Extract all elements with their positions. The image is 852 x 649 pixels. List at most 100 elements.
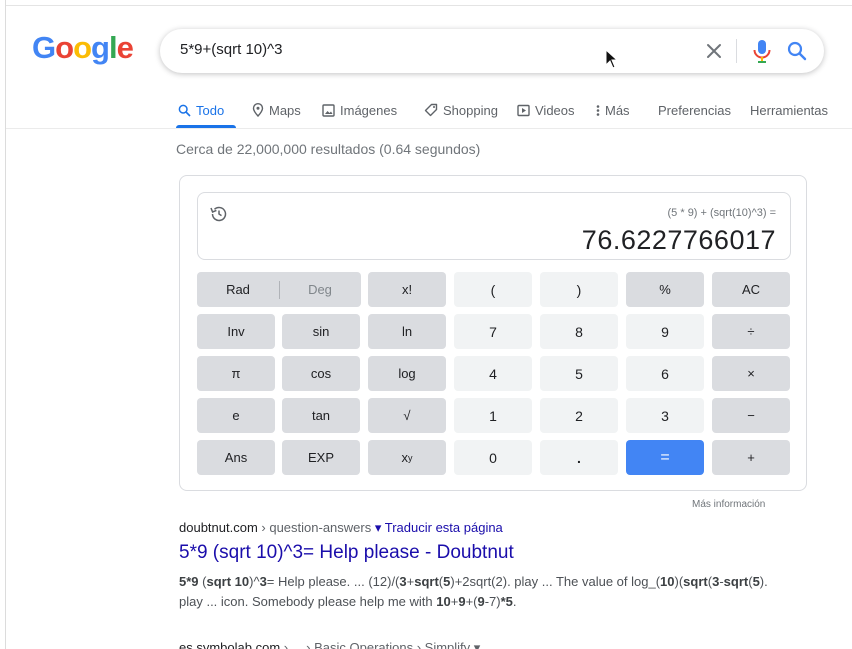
key-1[interactable]: 1 (454, 398, 532, 433)
translate-link[interactable]: ▾ Traducir esta página (375, 520, 503, 535)
key-4[interactable]: 4 (454, 356, 532, 391)
snippet-part: )( (674, 574, 684, 589)
snippet-part: 9 (477, 594, 485, 609)
key-3[interactable]: 3 (626, 398, 704, 433)
key-0[interactable]: 0 (454, 440, 532, 475)
snippet-part: 10 (436, 594, 451, 609)
key-sqrt[interactable]: √ (368, 398, 446, 433)
snippet-part: sqrt (414, 574, 439, 589)
search-divider (736, 39, 737, 63)
key-close-paren[interactable]: ) (540, 272, 618, 307)
result-stats: Cerca de 22,000,000 resultados (0.64 seg… (176, 141, 481, 157)
key-8[interactable]: 8 (540, 314, 618, 349)
result-site[interactable]: es.symbolab.com (179, 640, 280, 649)
tab-maps[interactable]: Maps (252, 96, 301, 124)
key-decimal[interactable]: . (540, 440, 618, 475)
history-icon[interactable] (208, 203, 230, 225)
snippet-part: -7) (484, 594, 501, 609)
snippet-part: 3 (399, 574, 407, 589)
tab-label: Preferencias (658, 102, 731, 118)
key-2[interactable]: 2 (540, 398, 618, 433)
logo-letter: g (91, 30, 110, 65)
key-add[interactable]: + (712, 440, 790, 475)
power-exponent: y (408, 452, 413, 463)
tab-label: Más (605, 102, 630, 118)
tab-videos[interactable]: Videos (517, 96, 575, 124)
logo-letter: o (55, 30, 74, 65)
snippet-part: sqrt (723, 574, 749, 589)
mic-icon[interactable] (750, 38, 774, 64)
key-divide[interactable]: ÷ (712, 314, 790, 349)
snippet-part: 10 (660, 574, 675, 589)
calculator-result: 76.6227766017 (581, 225, 776, 255)
key-tan[interactable]: tan (282, 398, 360, 433)
result-site[interactable]: doubtnut.com (179, 520, 258, 535)
snippet-part: 5 (752, 574, 760, 589)
close-icon[interactable] (700, 37, 728, 65)
snippet-part: 3 (259, 574, 267, 589)
key-open-paren[interactable]: ( (454, 272, 532, 307)
more-info-link[interactable]: Más información (692, 499, 765, 510)
key-percent[interactable]: % (626, 272, 704, 307)
chevron-down-icon[interactable]: ▾ (474, 640, 481, 649)
key-power[interactable]: xy (368, 440, 446, 475)
result-cite: doubtnut.com › question-answers ▾ Traduc… (179, 520, 503, 536)
tag-icon (424, 103, 438, 117)
tab-imagenes[interactable]: Imágenes (322, 96, 397, 124)
tab-preferencias[interactable]: Preferencias (658, 96, 731, 124)
mouse-cursor-icon (605, 48, 619, 69)
key-7[interactable]: 7 (454, 314, 532, 349)
key-euler[interactable]: e (197, 398, 275, 433)
tabs-divider (6, 128, 852, 129)
key-cos[interactable]: cos (282, 356, 360, 391)
window-top-border (0, 0, 852, 6)
key-5[interactable]: 5 (540, 356, 618, 391)
calculator-card: (5 * 9) + (sqrt(10)^3) = 76.6227766017 R… (179, 175, 807, 491)
tab-label: Shopping (443, 102, 498, 118)
snippet-part: = Help please. ... (12)/( (266, 574, 400, 589)
key-log[interactable]: log (368, 356, 446, 391)
key-subtract[interactable]: − (712, 398, 790, 433)
key-9[interactable]: 9 (626, 314, 704, 349)
snippet-part: sqrt 10 (206, 574, 250, 589)
key-6[interactable]: 6 (626, 356, 704, 391)
snippet-part: sqrt (683, 574, 708, 589)
search-input[interactable] (180, 41, 580, 58)
tab-herramientas[interactable]: Herramientas (750, 96, 828, 124)
key-factorial[interactable]: x! (368, 272, 446, 307)
key-exp[interactable]: EXP (282, 440, 360, 475)
key-equals[interactable]: = (626, 440, 704, 475)
search-icon[interactable] (784, 38, 810, 64)
key-ln[interactable]: ln (368, 314, 446, 349)
search-box (160, 29, 824, 73)
snippet-part: +( (465, 594, 478, 609)
key-inverse[interactable]: Inv (197, 314, 275, 349)
google-logo[interactable]: Google (32, 30, 134, 66)
key-pi[interactable]: π (197, 356, 275, 391)
map-pin-icon (252, 103, 264, 117)
tab-label: Herramientas (750, 102, 829, 118)
key-all-clear[interactable]: AC (712, 272, 790, 307)
deg-label[interactable]: Deg (280, 282, 360, 297)
tab-shopping[interactable]: Shopping (424, 96, 498, 124)
logo-letter: o (73, 30, 92, 65)
more-vert-icon (596, 104, 600, 116)
logo-letter: e (116, 30, 134, 65)
result-title-link[interactable]: 5*9 (sqrt 10)^3= Help please - Doubtnut (179, 542, 514, 564)
snippet-part: *5 (500, 594, 513, 609)
snippet-part: )+2sqrt(2). play ... The value of log_( (450, 574, 661, 589)
calculator-expression: (5 * 9) + (sqrt(10)^3) = (667, 207, 776, 219)
tab-label: Videos (535, 102, 575, 118)
logo-letter: l (108, 30, 118, 65)
tab-label: Imágenes (340, 102, 398, 118)
calculator-display: (5 * 9) + (sqrt(10)^3) = 76.6227766017 (197, 192, 791, 260)
tab-mas[interactable]: Más (596, 96, 630, 124)
tab-todo[interactable]: Todo (178, 96, 224, 124)
key-multiply[interactable]: × (712, 356, 790, 391)
rad-deg-toggle[interactable]: Rad Deg (197, 272, 361, 307)
result-cite: es.symbolab.com › ... › Basic Operations… (179, 640, 480, 649)
image-icon (322, 103, 335, 117)
key-sin[interactable]: sin (282, 314, 360, 349)
key-ans[interactable]: Ans (197, 440, 275, 475)
rad-label[interactable]: Rad (197, 282, 279, 297)
